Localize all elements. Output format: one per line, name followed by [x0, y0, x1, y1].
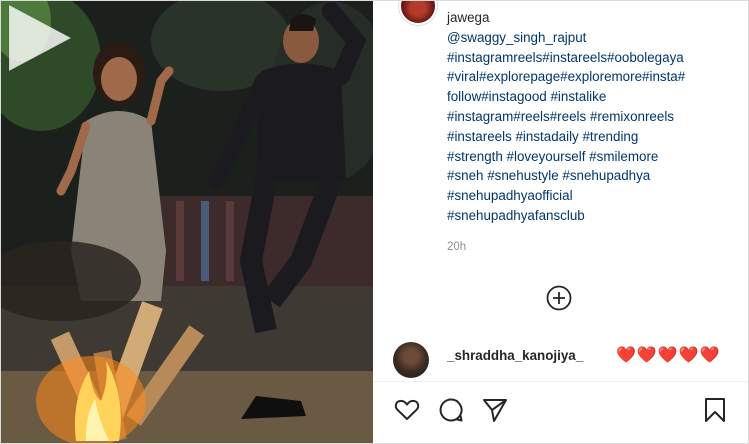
commenter-avatar[interactable]	[393, 342, 429, 378]
comment-text: ❤️❤️❤️❤️❤️	[616, 347, 721, 364]
action-bar	[393, 396, 733, 426]
post-timestamp[interactable]: 20h	[447, 241, 466, 253]
send-icon[interactable]	[481, 396, 509, 424]
commenter-username[interactable]: _shraddha_kanojiya_	[447, 348, 583, 363]
hashtag-line[interactable]: #instareels #instadaily #trending	[447, 127, 743, 147]
play-icon[interactable]	[1, 1, 75, 75]
author-avatar[interactable]	[399, 1, 437, 25]
bookmark-icon[interactable]	[701, 396, 729, 424]
caption-line: jawega	[447, 10, 490, 25]
hashtag-line[interactable]: follow#instagood #instalike	[447, 87, 743, 107]
plus-circle-icon[interactable]	[545, 284, 573, 312]
mention-link[interactable]: @swaggy_singh_rajput	[447, 28, 743, 48]
post-dialog: jawega @swaggy_singh_rajput #instagramre…	[0, 0, 749, 444]
hashtag-line[interactable]: #instagramreels#instareels#oobolegaya	[447, 48, 743, 68]
divider	[373, 381, 748, 382]
comment-icon[interactable]	[437, 396, 465, 424]
hashtag-line[interactable]: #snehupadhyaofficial	[447, 186, 743, 206]
hashtag-line[interactable]: #viral#explorepage#exploremore#insta#	[447, 67, 743, 87]
video-player[interactable]	[1, 1, 373, 443]
comment-item: _shraddha_kanojiya_ ❤️❤️❤️❤️❤️	[393, 342, 733, 378]
post-details-panel: jawega @swaggy_singh_rajput #instagramre…	[373, 1, 748, 443]
hashtag-line[interactable]: #snehupadhyafansclub	[447, 206, 743, 226]
hashtag-line[interactable]: #strength #loveyourself #smilemore	[447, 147, 743, 167]
hashtag-line[interactable]: #instagram#reels#reels #remixonreels	[447, 107, 743, 127]
post-caption: jawega @swaggy_singh_rajput #instagramre…	[447, 8, 743, 226]
hashtag-line[interactable]: #sneh #snehustyle #snehupadhya	[447, 166, 743, 186]
heart-icon[interactable]	[393, 396, 421, 424]
